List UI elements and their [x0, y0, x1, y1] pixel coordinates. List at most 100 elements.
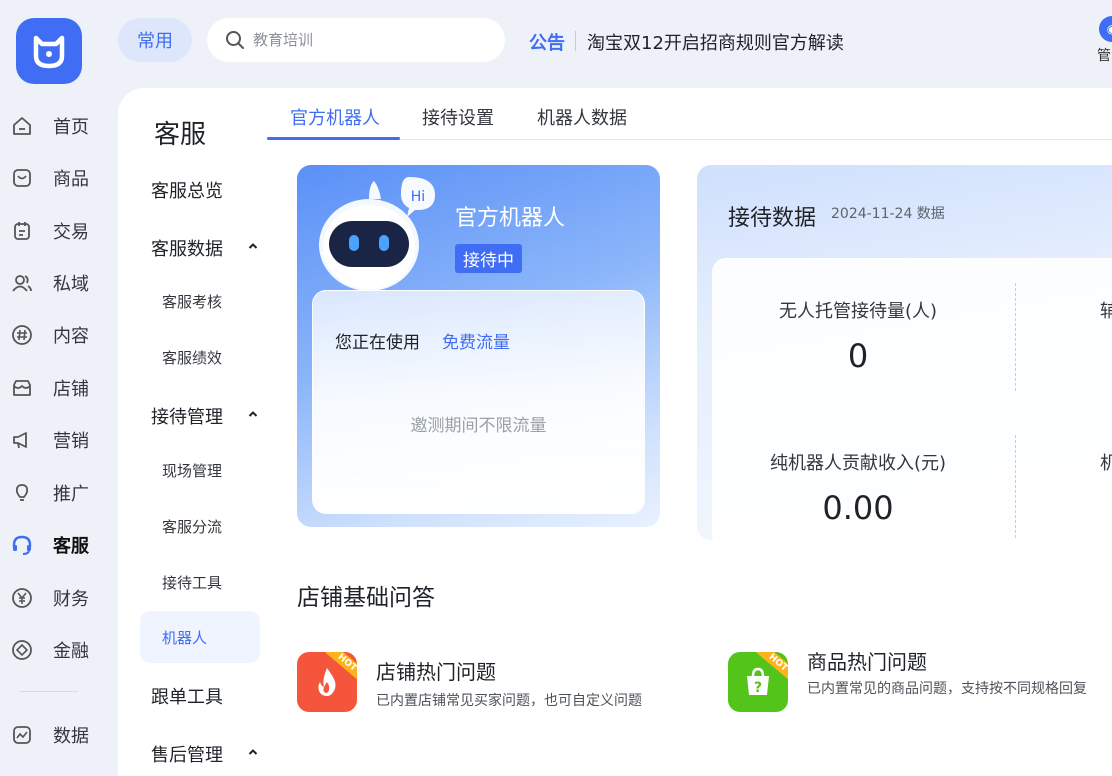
rail-item-label: 财务: [53, 589, 89, 610]
subnav-tools[interactable]: 接待工具: [162, 572, 222, 593]
goods-hot-questions-desc: 已内置常见的商品问题，支持按不同规格回复: [807, 681, 1087, 697]
rail-item-label: 客服: [53, 536, 89, 557]
rail-item-label: 内容: [53, 326, 89, 347]
using-label: 您正在使用: [335, 333, 420, 353]
yuan-icon: [10, 586, 34, 610]
official-robot-card: Hi 官方机器人 接待中 您正在使用 免费流量 邀测期间不限流量: [297, 165, 660, 527]
subnav-reception-mgmt[interactable]: 接待管理: [151, 403, 223, 429]
tab-active-indicator: [267, 137, 400, 140]
main-workspace: 客服 客服总览 客服数据 客服考核 客服绩效 接待管理 现场管理 客服分流 接待…: [118, 88, 1112, 776]
rail-item-label: 交易: [53, 222, 89, 243]
robot-mascot-icon: Hi: [319, 177, 435, 291]
rail-item-customer-service[interactable]: 客服: [0, 525, 118, 565]
data-card-title: 接待数据: [728, 206, 817, 231]
main-nav-rail: 首页 商品 交易 私域 内容 店铺 营销 推广 客服 财务 金融 数据: [0, 0, 118, 776]
metric-label-robot: 机器: [1100, 453, 1112, 474]
rail-item-label: 金融: [53, 641, 89, 662]
search-box[interactable]: [207, 18, 505, 62]
rail-item-promotion[interactable]: 推广: [0, 473, 118, 513]
rail-item-label: 私域: [53, 274, 89, 295]
trade-icon: [10, 219, 34, 243]
subnav-follow-tools[interactable]: 跟单工具: [151, 683, 223, 709]
manager-icon[interactable]: ◉: [1099, 16, 1112, 42]
page-title: 客服: [154, 120, 207, 150]
subnav-site-mgmt[interactable]: 现场管理: [162, 460, 222, 481]
content-icon: [10, 323, 34, 347]
goods-hot-questions-title[interactable]: 商品热门问题: [807, 646, 927, 675]
subnav-after-sales[interactable]: 售后管理: [151, 741, 223, 767]
tab-official-robot[interactable]: 官方机器人: [290, 104, 380, 130]
data-date: 2024-11-24 数据: [831, 206, 945, 222]
rail-item-finance[interactable]: 财务: [0, 578, 118, 618]
tab-reception-settings[interactable]: 接待设置: [422, 104, 494, 130]
metric-value-unmanaged: 0: [847, 337, 869, 375]
metric-label-robot-income: 纯机器人贡献收入(元): [769, 453, 947, 474]
shopping-bag-question-icon: ?: [747, 667, 769, 696]
subnav-assessment[interactable]: 客服考核: [162, 291, 222, 312]
plan-panel: [312, 290, 645, 514]
section-title-basic-qa: 店铺基础问答: [297, 585, 435, 611]
subnav-diversion[interactable]: 客服分流: [162, 516, 222, 537]
notice-tag: 公告: [529, 33, 565, 54]
metric-value-robot-income: 0.00: [822, 489, 894, 527]
svg-text:?: ?: [754, 680, 762, 696]
logo-icon: [33, 35, 65, 69]
rail-item-label: 营销: [53, 431, 89, 452]
rail-divider: [20, 691, 78, 692]
search-icon: [226, 31, 244, 49]
manager-label[interactable]: 管: [1097, 45, 1111, 65]
subnav-performance[interactable]: 客服绩效: [162, 347, 222, 368]
rail-item-content[interactable]: 内容: [0, 315, 118, 355]
hi-bubble-text: Hi: [411, 189, 425, 205]
unlimited-note: 邀测期间不限流量: [410, 416, 547, 436]
chevron-up-icon[interactable]: [248, 747, 258, 757]
metric-label-unmanaged: 无人托管接待量(人): [778, 301, 938, 322]
subnav-overview[interactable]: 客服总览: [151, 177, 223, 203]
rail-item-shop[interactable]: 店铺: [0, 368, 118, 408]
metric-divider: [1015, 283, 1016, 391]
free-traffic-link[interactable]: 免费流量: [442, 328, 510, 353]
promotion-icon: [10, 481, 34, 505]
finance-icon: [10, 638, 34, 662]
marketing-icon: [10, 428, 34, 452]
rail-item-private-domain[interactable]: 私域: [0, 263, 118, 303]
chevron-up-icon[interactable]: [248, 241, 258, 251]
shop-hot-questions-icon[interactable]: HOT: [297, 652, 357, 712]
notice-link[interactable]: 淘宝双12开启招商规则官方解读: [587, 29, 844, 55]
private-domain-icon: [10, 271, 34, 295]
app-logo[interactable]: [16, 18, 82, 84]
rail-item-label: 商品: [53, 169, 89, 190]
metric-divider: [1015, 435, 1016, 540]
rail-item-banking[interactable]: 金融: [0, 630, 118, 670]
headset-icon: [10, 533, 34, 557]
chevron-up-icon[interactable]: [248, 409, 258, 419]
shop-icon: [10, 376, 34, 400]
common-shortcuts-button[interactable]: 常用: [118, 18, 192, 62]
metrics-panel: 无人托管接待量(人) 0 辅 纯机器人贡献收入(元) 0.00 机器: [712, 258, 1112, 540]
subnav-service-data[interactable]: 客服数据: [151, 235, 223, 261]
rail-item-trade[interactable]: 交易: [0, 211, 118, 251]
goods-hot-questions-icon[interactable]: ? HOT: [728, 652, 788, 712]
rail-item-home[interactable]: 首页: [0, 106, 118, 146]
rail-item-label: 店铺: [53, 379, 89, 400]
rail-item-product[interactable]: 商品: [0, 158, 118, 198]
data-chart-icon: [10, 723, 34, 747]
product-icon: [10, 166, 34, 190]
rail-item-data[interactable]: 数据: [0, 715, 118, 755]
status-badge: 接待中: [455, 244, 522, 273]
fire-icon: [318, 668, 336, 696]
rail-item-label: 推广: [53, 484, 89, 505]
rail-item-label: 首页: [53, 117, 89, 138]
shop-hot-questions-desc: 已内置店铺常见买家问题，也可自定义问题: [376, 693, 642, 709]
search-input[interactable]: [253, 31, 493, 49]
tab-robot-data[interactable]: 机器人数据: [537, 104, 627, 130]
home-icon: [10, 114, 34, 138]
reception-data-card: 接待数据 2024-11-24 数据 无人托管接待量(人) 0 辅 纯机器人贡献…: [697, 165, 1112, 540]
rail-item-marketing[interactable]: 营销: [0, 420, 118, 460]
subnav-robot[interactable]: 机器人: [140, 611, 260, 663]
notice-divider: [575, 31, 576, 51]
metric-label-assist: 辅: [1100, 301, 1112, 322]
robot-name: 官方机器人: [455, 206, 566, 231]
rail-item-label: 数据: [53, 726, 89, 747]
shop-hot-questions-title[interactable]: 店铺热门问题: [376, 656, 496, 685]
